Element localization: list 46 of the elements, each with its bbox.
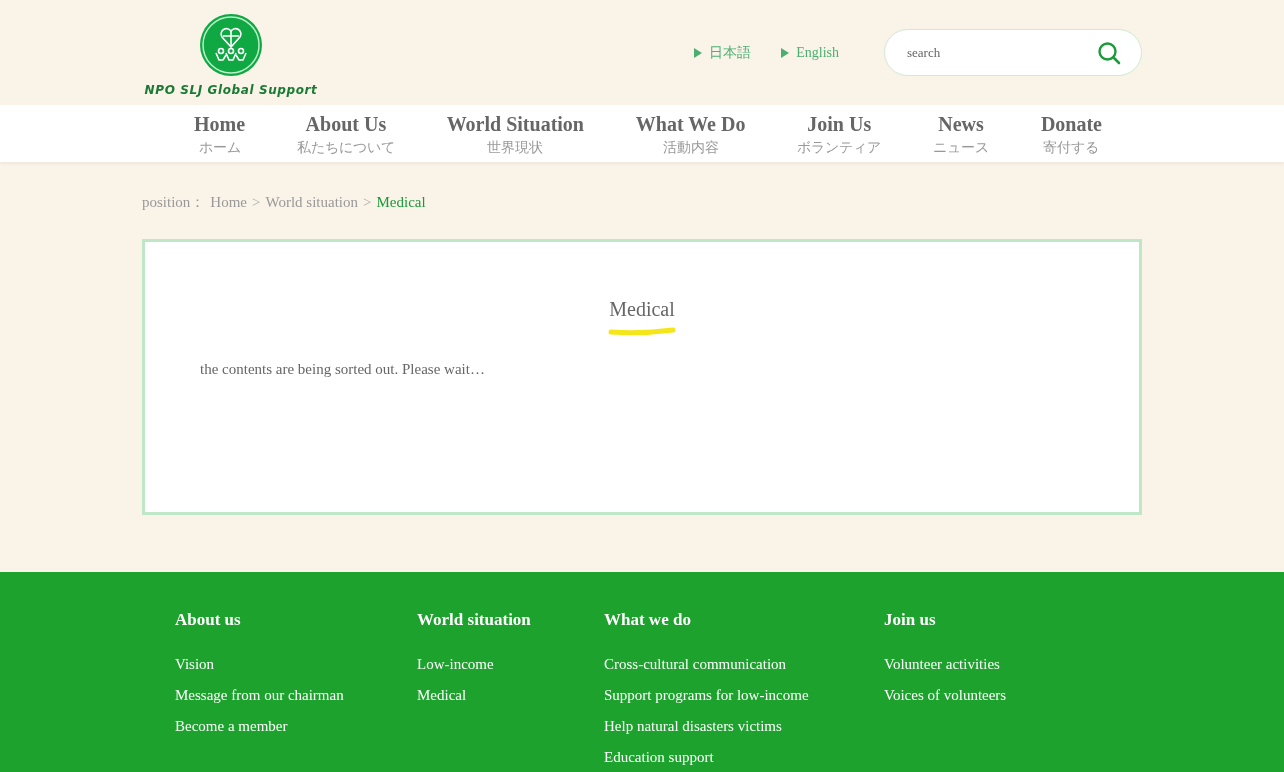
footer-link[interactable]: Cross-cultural communication [604,649,884,680]
nav-link[interactable]: About Us [305,113,387,136]
footer-heading: What we do [604,610,692,630]
language-link[interactable]: 日本語 [694,43,752,62]
nav-subtitle[interactable]: 寄付する [1043,139,1100,157]
nav-subtitle[interactable]: 世界現状 [487,139,544,157]
nav-subtitle[interactable]: 私たちについて [296,139,395,157]
search-field[interactable]: search [884,29,1142,76]
breadcrumb-link[interactable]: World situation [265,193,359,211]
language-link[interactable]: English [781,43,839,62]
nav-link[interactable]: News [938,113,984,136]
breadcrumb-separator: > [363,193,372,211]
nav-subtitle[interactable]: ボランティア [797,139,882,157]
triangle-icon [694,47,703,58]
footer-link[interactable]: Become a member [175,711,417,742]
footer-link[interactable]: Medical [417,680,604,711]
logo-icon [199,12,263,77]
breadcrumb-link[interactable]: Home [210,193,247,211]
logo-text: NPO SLJ Global Support [144,82,318,97]
nav-link[interactable]: Join Us [807,113,872,136]
nav-subtitle[interactable]: ニュース [933,139,990,157]
nav-link[interactable]: What We Do [635,113,746,136]
footer-link[interactable]: Volunteer activities [884,649,1084,680]
breadcrumb-link[interactable]: Medical [376,193,426,211]
footer-heading: World situation [417,610,532,630]
breadcrumb-separator: > [252,193,261,211]
page-title: Medical [609,298,675,321]
highlight-underline [608,326,676,336]
footer-link[interactable]: Education support [604,742,884,772]
footer-heading: About us [175,610,242,630]
breadcrumb-label: position： [142,192,206,212]
nav-subtitle[interactable]: 活動内容 [662,139,719,157]
footer-link[interactable]: Voices of volunteers [884,680,1084,711]
footer-link[interactable]: Support programs for low-income [604,680,884,711]
nav-link[interactable]: World Situation [446,113,584,136]
footer-link[interactable]: Help natural disasters victims [604,711,884,742]
nav-link[interactable]: Donate [1040,113,1102,136]
footer-link[interactable]: Low-income [417,649,604,680]
search-icon[interactable] [1097,40,1121,65]
footer-link[interactable]: Message from our chairman [175,680,417,711]
footer-link[interactable]: Vision [175,649,417,680]
triangle-icon [781,47,790,58]
nav-link[interactable]: Home [194,113,246,136]
footer-heading: Join us [884,610,937,630]
body-text: the contents are being sorted out. Please wait… [200,361,486,378]
nav-subtitle[interactable]: ホーム [198,139,241,157]
